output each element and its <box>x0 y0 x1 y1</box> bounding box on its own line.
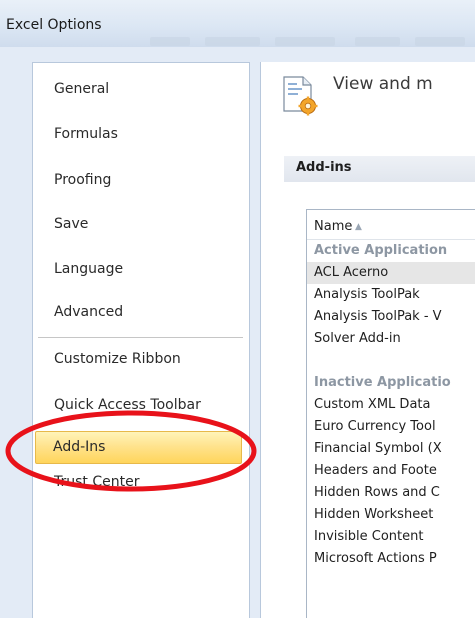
nav-item-proofing[interactable]: Proofing <box>54 172 111 188</box>
options-navigation: General Formulas Proofing Save Language … <box>32 62 250 618</box>
list-item-label: Headers and Foote <box>314 463 437 478</box>
list-item[interactable]: Hidden Rows and C <box>307 482 475 504</box>
nav-item-formulas[interactable]: Formulas <box>54 126 118 142</box>
nav-item-save[interactable]: Save <box>54 216 88 232</box>
title-bar: Excel Options <box>0 0 475 47</box>
list-item[interactable]: Solver Add-in <box>307 328 475 350</box>
list-item[interactable]: Headers and Foote <box>307 460 475 482</box>
list-item[interactable]: Financial Symbol (X <box>307 438 475 460</box>
nav-item-general[interactable]: General <box>54 81 109 97</box>
nav-item-add-ins[interactable]: Add-Ins <box>35 431 242 464</box>
faded-ribbon-tab <box>415 37 465 46</box>
window-title: Excel Options <box>6 17 102 33</box>
list-item-label: Invisible Content <box>314 529 424 544</box>
list-item-label: Active Application <box>314 243 448 258</box>
list-item-label: Analysis ToolPak <box>314 287 420 302</box>
nav-item-label: Trust Center <box>54 474 140 490</box>
list-item-label: Euro Currency Tool <box>314 419 436 434</box>
list-group-header: Inactive Applicatio <box>307 372 475 394</box>
nav-item-label: Formulas <box>54 126 118 142</box>
list-item-label: Analysis ToolPak - V <box>314 309 442 324</box>
list-item-label: Solver Add-in <box>314 331 401 346</box>
list-item-label: Microsoft Actions P <box>314 551 437 566</box>
list-item[interactable]: Analysis ToolPak - V <box>307 306 475 328</box>
section-header: Add-ins <box>284 156 475 182</box>
nav-item-label: General <box>54 81 110 97</box>
section-title: Add-ins <box>296 160 352 175</box>
list-item-label: Custom XML Data <box>314 397 431 412</box>
nav-item-label: Proofing <box>54 172 112 188</box>
nav-item-label: Quick Access Toolbar <box>54 397 201 413</box>
list-item-label: Financial Symbol (X <box>314 441 442 456</box>
list-item[interactable]: Hidden Worksheet <box>307 504 475 526</box>
list-item[interactable]: Invisible Content <box>307 526 475 548</box>
column-name-label: Name <box>314 219 353 234</box>
faded-ribbon-tab <box>205 37 260 46</box>
nav-divider <box>38 337 243 338</box>
nav-item-customize-ribbon[interactable]: Customize Ribbon <box>54 351 181 367</box>
addins-gear-icon <box>283 76 318 116</box>
list-item-label: Hidden Worksheet <box>314 507 434 522</box>
list-item-label: Hidden Rows and C <box>314 485 440 500</box>
nav-item-advanced[interactable]: Advanced <box>54 304 123 320</box>
faded-ribbon-tab <box>355 37 400 46</box>
list-item[interactable]: Custom XML Data <box>307 394 475 416</box>
sort-ascending-icon: ▲ <box>355 222 362 232</box>
list-item[interactable]: Analysis ToolPak <box>307 284 475 306</box>
nav-item-label: Customize Ribbon <box>54 351 181 367</box>
nav-item-label: Save <box>54 216 89 232</box>
list-item[interactable]: ACL Acerno <box>307 262 475 284</box>
list-item-label: ACL Acerno <box>314 265 389 280</box>
add-ins-list: Name ▲ Active Application ACL Acerno Analy… <box>306 209 475 618</box>
list-item[interactable]: Euro Currency Tool <box>307 416 475 438</box>
nav-item-language[interactable]: Language <box>54 261 123 277</box>
list-item[interactable]: Microsoft Actions P <box>307 548 475 570</box>
nav-item-quick-access-toolbar[interactable]: Quick Access Toolbar <box>54 397 201 413</box>
list-group-header: Active Application <box>307 240 475 262</box>
nav-item-label: Language <box>54 261 124 277</box>
panel-header-text: View and m <box>333 74 433 94</box>
nav-item-label: Advanced <box>54 304 124 320</box>
list-item-label: Inactive Applicatio <box>314 375 451 390</box>
faded-ribbon-tab <box>275 37 335 46</box>
nav-item-trust-center[interactable]: Trust Center <box>54 474 139 490</box>
faded-ribbon-tab <box>150 37 190 46</box>
nav-item-label: Add-Ins <box>53 439 106 455</box>
list-column-header[interactable]: Name ▲ <box>307 210 475 240</box>
